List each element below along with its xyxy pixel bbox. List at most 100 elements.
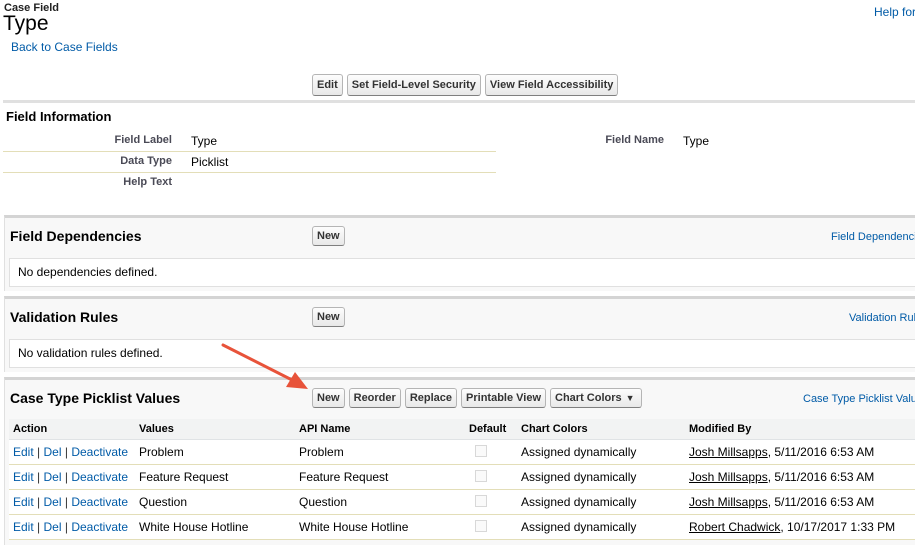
- picklist-value: Feature Request: [135, 464, 295, 490]
- chart-colors-label: Chart Colors: [555, 392, 622, 404]
- modified-date: , 5/11/2016 6:53 AM: [767, 470, 875, 484]
- new-dependency-button[interactable]: New: [312, 226, 345, 246]
- set-field-level-security-button[interactable]: Set Field-Level Security: [346, 74, 481, 96]
- edit-link[interactable]: Edit: [13, 520, 34, 534]
- separator: |: [37, 520, 41, 534]
- del-link[interactable]: Del: [44, 520, 62, 534]
- api-name: Feature Request: [295, 464, 465, 490]
- api-name: Problem: [295, 439, 465, 465]
- del-link[interactable]: Del: [44, 445, 62, 459]
- replace-button[interactable]: Replace: [404, 388, 458, 408]
- field-label-label: Field Label: [114, 134, 172, 146]
- picklist-values-table: Action Values API Name Default Chart Col…: [9, 419, 915, 540]
- separator: |: [37, 445, 41, 459]
- api-name: White House Hotline: [295, 514, 465, 540]
- default-cell: [465, 514, 517, 540]
- modified-by-user-link[interactable]: Robert Chadwick: [689, 520, 780, 534]
- modified-date: , 5/11/2016 6:53 AM: [767, 495, 875, 509]
- modified-by-user-link[interactable]: Josh Millsapps: [689, 470, 768, 484]
- deactivate-link[interactable]: Deactivate: [71, 495, 128, 509]
- table-row: Edit | Del | Deactivate Question Questio…: [9, 489, 915, 515]
- chart-colors-value: Assigned dynamically: [517, 439, 685, 465]
- data-type-label: Data Type: [120, 155, 172, 167]
- validation-rules-section: Validation Rules New Validation Rul No v…: [4, 296, 915, 372]
- separator: |: [64, 495, 68, 509]
- page-title: Type: [3, 12, 49, 35]
- deactivate-link[interactable]: Deactivate: [71, 470, 128, 484]
- reorder-button[interactable]: Reorder: [348, 388, 401, 408]
- table-header-row: Action Values API Name Default Chart Col…: [9, 419, 915, 440]
- chart-colors-value: Assigned dynamically: [517, 489, 685, 515]
- separator: |: [37, 495, 41, 509]
- field-information-section: Field Information Field Label Type Field…: [3, 100, 915, 201]
- api-name: Question: [295, 489, 465, 515]
- validation-rules-help-link[interactable]: Validation Rul: [849, 312, 915, 324]
- new-validation-rule-button[interactable]: New: [312, 307, 345, 327]
- table-row: Edit | Del | Deactivate Problem Problem …: [9, 439, 915, 465]
- help-link[interactable]: Help for: [874, 5, 915, 19]
- picklist-values-title: Case Type Picklist Values: [10, 390, 181, 406]
- detail-toolbar: Edit Set Field-Level Security View Field…: [312, 74, 619, 96]
- row-actions: Edit | Del | Deactivate: [9, 514, 135, 540]
- separator: |: [64, 445, 68, 459]
- separator: |: [37, 470, 41, 484]
- picklist-value: Question: [135, 489, 295, 515]
- edit-link[interactable]: Edit: [13, 470, 34, 484]
- default-checkbox: [475, 469, 487, 482]
- column-header-chart-colors: Chart Colors: [517, 419, 685, 440]
- printable-view-button[interactable]: Printable View: [461, 388, 547, 408]
- picklist-values-help-link[interactable]: Case Type Picklist Valu: [803, 393, 915, 405]
- chart-colors-dropdown[interactable]: Chart Colors ▼: [550, 388, 642, 408]
- default-cell: [465, 464, 517, 490]
- deactivate-link[interactable]: Deactivate: [71, 445, 128, 459]
- modified-by-user-link[interactable]: Josh Millsapps: [689, 495, 768, 509]
- default-checkbox: [475, 519, 487, 532]
- modified-by: Robert Chadwick, 10/17/2017 1:33 PM: [685, 514, 915, 540]
- edit-link[interactable]: Edit: [13, 445, 34, 459]
- view-field-accessibility-button[interactable]: View Field Accessibility: [484, 74, 619, 96]
- row-actions: Edit | Del | Deactivate: [9, 464, 135, 490]
- default-cell: [465, 489, 517, 515]
- table-row: Edit | Del | Deactivate White House Hotl…: [9, 514, 915, 540]
- column-header-default: Default: [465, 419, 517, 440]
- validation-rules-title: Validation Rules: [10, 309, 119, 325]
- no-validation-rules-message: No validation rules defined.: [9, 339, 915, 368]
- table-row: Edit | Del | Deactivate Feature Request …: [9, 464, 915, 490]
- column-header-api-name[interactable]: API Name: [295, 419, 465, 440]
- back-to-case-fields-link[interactable]: Back to Case Fields: [11, 40, 118, 54]
- field-dependencies-help-link[interactable]: Field Dependenci: [831, 231, 915, 243]
- help-text-label: Help Text: [123, 176, 172, 188]
- modified-by-user-link[interactable]: Josh Millsapps: [689, 445, 768, 459]
- separator: |: [64, 520, 68, 534]
- field-name-value: Type: [683, 134, 710, 148]
- data-type-value: Picklist: [191, 155, 229, 169]
- divider: [3, 151, 496, 152]
- modified-by: Josh Millsapps, 5/11/2016 6:53 AM: [685, 439, 915, 465]
- edit-link[interactable]: Edit: [13, 495, 34, 509]
- field-dependencies-section: Field Dependencies New Field Dependenci …: [4, 215, 915, 291]
- default-cell: [465, 439, 517, 465]
- new-picklist-value-button[interactable]: New: [312, 388, 345, 408]
- field-name-label: Field Name: [605, 134, 664, 146]
- separator: |: [64, 470, 68, 484]
- field-label-value: Type: [191, 134, 218, 148]
- column-header-modified-by: Modified By: [685, 419, 915, 440]
- del-link[interactable]: Del: [44, 495, 62, 509]
- dropdown-caret-icon: ▼: [625, 393, 635, 403]
- default-checkbox: [475, 444, 487, 457]
- field-information-title: Field Information: [6, 109, 112, 124]
- del-link[interactable]: Del: [44, 470, 62, 484]
- modified-by: Josh Millsapps, 5/11/2016 6:53 AM: [685, 489, 915, 515]
- no-dependencies-message: No dependencies defined.: [9, 258, 915, 287]
- edit-button[interactable]: Edit: [312, 74, 343, 96]
- chart-colors-value: Assigned dynamically: [517, 464, 685, 490]
- field-dependencies-title: Field Dependencies: [10, 228, 142, 244]
- chart-colors-value: Assigned dynamically: [517, 514, 685, 540]
- picklist-value: Problem: [135, 439, 295, 465]
- picklist-value: White House Hotline: [135, 514, 295, 540]
- deactivate-link[interactable]: Deactivate: [71, 520, 128, 534]
- column-header-values[interactable]: Values: [135, 419, 295, 440]
- default-checkbox: [475, 494, 487, 507]
- modified-date: , 10/17/2017 1:33 PM: [780, 520, 896, 534]
- divider: [3, 172, 496, 173]
